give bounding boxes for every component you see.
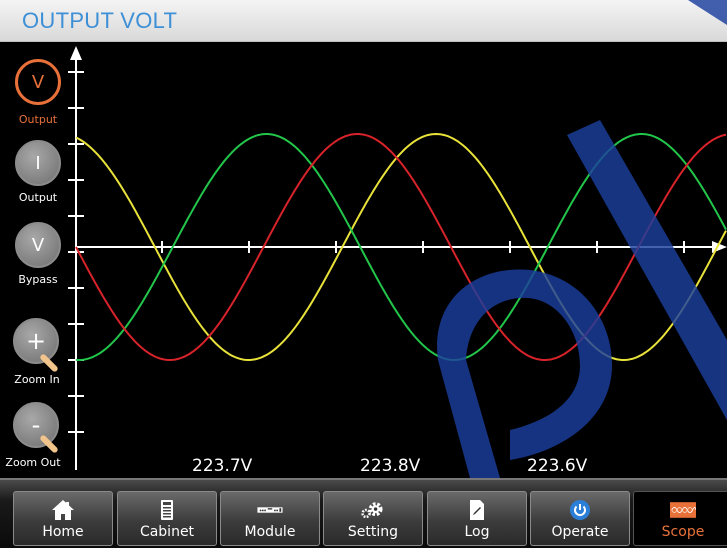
zoom-out-button[interactable]: - (13, 402, 59, 448)
nav-home-label: Home (42, 524, 84, 540)
nav-setting-label: Setting (347, 524, 399, 540)
y-axis-arrow (70, 46, 82, 60)
gear-icon (360, 499, 386, 521)
nav-log-button[interactable]: Log (427, 491, 527, 546)
nav-scope-label: Scope (661, 524, 705, 540)
nav-module-button[interactable]: Module (220, 491, 320, 546)
cabinet-icon (154, 499, 180, 521)
phase-c-voltage-reading: 223.6V (527, 456, 588, 476)
nav-module-label: Module (244, 524, 296, 540)
nav-log-label: Log (464, 524, 490, 540)
home-icon (50, 499, 76, 521)
zoom-in-label: Zoom In (14, 373, 60, 386)
power-icon (567, 499, 593, 521)
bypass-voltage-button[interactable]: V (15, 222, 61, 268)
phase-b-voltage-reading: 223.8V (360, 456, 421, 476)
nav-cabinet-label: Cabinet (139, 524, 195, 540)
nav-operate-button[interactable]: Operate (530, 491, 630, 546)
bypass-voltage-label: Bypass (18, 273, 58, 286)
zoom-in-symbol: + (25, 327, 47, 355)
zoom-out-symbol: - (31, 411, 41, 439)
waveform-display (68, 46, 727, 470)
output-voltage-button[interactable]: V (15, 59, 61, 105)
bypass-voltage-symbol: V (31, 234, 45, 256)
zoom-out-label: Zoom Out (5, 456, 61, 469)
output-current-label: Output (18, 191, 58, 204)
nav-operate-label: Operate (551, 524, 609, 540)
title-bar: OUTPUT VOLT (0, 0, 727, 42)
module-icon (257, 499, 283, 521)
nav-cabinet-button[interactable]: Cabinet (117, 491, 217, 546)
nav-scope-button[interactable]: Scope (633, 491, 727, 546)
phase-a-voltage-reading: 223.7V (192, 456, 253, 476)
scope-icon (670, 499, 696, 521)
output-voltage-label: Output (18, 113, 58, 126)
output-current-symbol: I (35, 152, 41, 174)
page-title: OUTPUT VOLT (22, 8, 178, 33)
zoom-in-button[interactable]: + (13, 318, 59, 364)
output-voltage-symbol: V (31, 71, 45, 93)
nav-setting-button[interactable]: Setting (323, 491, 423, 546)
nav-home-button[interactable]: Home (13, 491, 113, 546)
output-current-button[interactable]: I (15, 140, 61, 186)
log-icon (464, 499, 490, 521)
